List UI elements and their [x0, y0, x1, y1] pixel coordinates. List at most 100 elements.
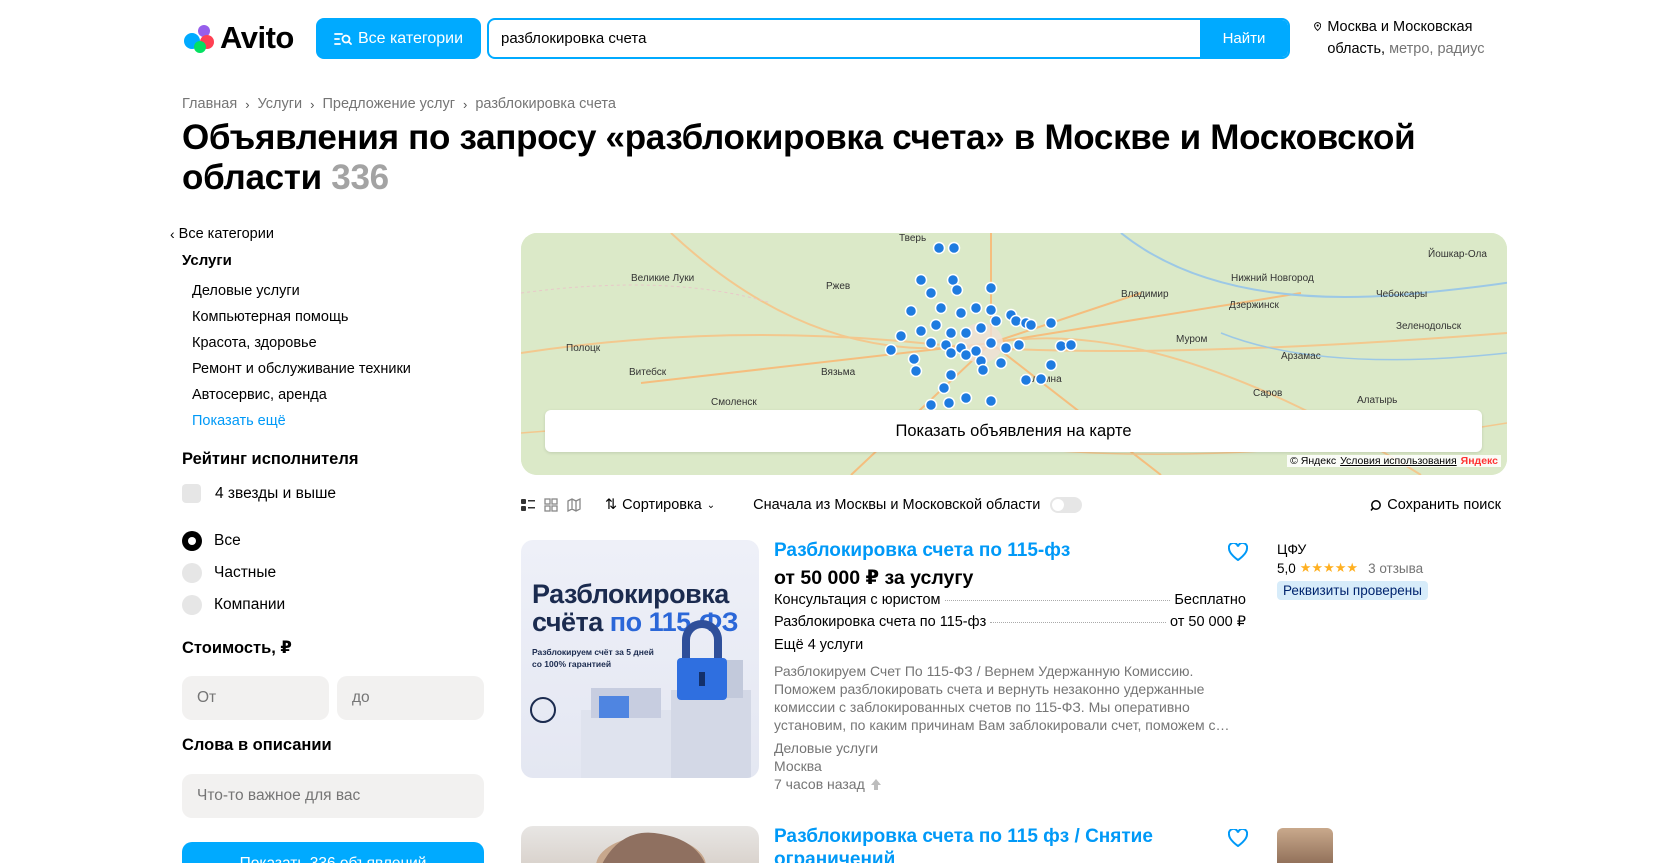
map-pin-icon[interactable] — [904, 304, 918, 318]
map-pin-icon[interactable] — [944, 346, 958, 360]
map-pin-icon[interactable] — [959, 326, 973, 340]
show-more-link[interactable]: Показать ещё — [192, 408, 411, 434]
toggle-switch[interactable] — [1050, 497, 1083, 513]
map-pin-icon[interactable] — [914, 273, 928, 287]
map-view-icon[interactable] — [567, 498, 581, 512]
view-mode-switcher — [521, 498, 581, 512]
service-price: Бесплатно — [1174, 592, 1246, 608]
map-pin-icon[interactable] — [969, 301, 983, 315]
all-categories-button[interactable]: Все категории — [316, 18, 481, 59]
checkbox-box — [182, 484, 201, 503]
subcategory-item[interactable]: Деловые услуги — [192, 278, 411, 304]
map-pin-icon[interactable] — [984, 303, 998, 317]
map-pin-icon[interactable] — [924, 286, 938, 300]
map-pin-icon[interactable] — [1024, 318, 1038, 332]
map-pin-icon[interactable] — [884, 343, 898, 357]
seller-avatar[interactable] — [1277, 828, 1333, 863]
seller-name[interactable]: ЦФУ — [1277, 541, 1306, 557]
map-pin-icon[interactable] — [947, 241, 961, 255]
save-search-button[interactable]: Сохранить поиск — [1370, 497, 1507, 513]
map-terms-link[interactable]: Условия использования — [1340, 455, 1457, 467]
seller-type-private-radio[interactable]: Частные — [182, 563, 276, 583]
avito-logo[interactable]: Avito — [182, 20, 294, 56]
favorite-heart-icon[interactable] — [1228, 829, 1248, 847]
location-pin-icon — [1314, 22, 1322, 32]
back-label: Все категории — [178, 226, 274, 242]
map-pin-icon[interactable] — [929, 318, 943, 332]
subcategory-item[interactable]: Красота, здоровье — [192, 330, 411, 356]
current-category: Услуги — [182, 252, 232, 269]
map-pin-icon[interactable] — [944, 368, 958, 382]
seller-type-company-radio[interactable]: Компании — [182, 595, 285, 615]
map-pin-icon[interactable] — [942, 396, 956, 410]
map-pin-icon[interactable] — [944, 326, 958, 340]
subcategory-item[interactable]: Ремонт и обслуживание техники — [192, 356, 411, 382]
map-pin-icon[interactable] — [1044, 316, 1058, 330]
breadcrumb-item[interactable]: Главная — [182, 96, 237, 112]
map-pin-icon[interactable] — [1012, 338, 1026, 352]
search-input[interactable] — [489, 20, 1200, 57]
map-pin-icon[interactable] — [934, 301, 948, 315]
map-pin-icon[interactable] — [959, 391, 973, 405]
price-from-input[interactable] — [182, 676, 329, 720]
map-pin-icon[interactable] — [994, 356, 1008, 370]
yandex-logo: Яндекс — [1460, 455, 1498, 467]
description-words-input[interactable] — [182, 774, 484, 818]
favorite-heart-icon[interactable] — [1228, 543, 1248, 561]
search-button[interactable]: Найти — [1200, 20, 1288, 57]
listing-title-link[interactable]: Разблокировка счета по 115-фз — [774, 540, 1070, 562]
price-to-input[interactable] — [337, 676, 484, 720]
map-pin-icon[interactable] — [937, 381, 951, 395]
sort-label: Сортировка — [622, 497, 702, 513]
map-pin-icon[interactable] — [954, 306, 968, 320]
subcategory-item[interactable]: Автосервис, аренда — [192, 382, 411, 408]
reviews-count[interactable]: 3 отзыва — [1368, 561, 1423, 576]
breadcrumb-item[interactable]: Предложение услуг — [322, 96, 455, 112]
listing-image[interactable] — [521, 826, 759, 863]
service-row: Разблокировка счета по 115-фз от 50 000 … — [774, 614, 1246, 630]
map-pin-icon[interactable] — [1034, 372, 1048, 386]
map-copyright-text: © Яндекс — [1290, 455, 1337, 467]
map-pin-icon[interactable] — [984, 336, 998, 350]
padlock-illustration — [530, 620, 751, 778]
breadcrumb-item[interactable]: Услуги — [258, 96, 303, 112]
subcategory-item[interactable]: Компьютерная помощь — [192, 304, 411, 330]
grid-view-icon[interactable] — [544, 498, 558, 512]
map-pin-icon[interactable] — [932, 241, 946, 255]
back-to-all-categories[interactable]: ‹ Все категории — [170, 226, 274, 242]
map-pin-icon[interactable] — [907, 352, 921, 366]
listing-title-link[interactable]: Разблокировка счета по 115 фз / Снятие о… — [774, 825, 1194, 863]
list-view-icon[interactable] — [521, 498, 535, 512]
map-pin-icon[interactable] — [914, 324, 928, 338]
map-pin-icon[interactable] — [909, 364, 923, 378]
nearby-first-toggle[interactable]: Сначала из Москвы и Московской области — [753, 497, 1083, 513]
sort-dropdown[interactable]: ⇅ Сортировка ⌄ — [605, 497, 715, 513]
map-pin-icon[interactable] — [1064, 338, 1078, 352]
map-pin-icon[interactable] — [894, 329, 908, 343]
rating-4plus-checkbox[interactable]: 4 звезды и выше — [182, 484, 336, 503]
map-pin-icon[interactable] — [976, 363, 990, 377]
location-selector[interactable]: Москва и Московская область, метро, ради… — [1314, 16, 1514, 60]
map-pin-icon[interactable] — [974, 321, 988, 335]
seller-type-all-radio[interactable]: Все — [182, 531, 241, 551]
map-pin-icon[interactable] — [950, 283, 964, 297]
more-services-link[interactable]: Ещё 4 услуги — [774, 637, 863, 653]
map-pin-icon[interactable] — [924, 336, 938, 350]
map-pin-icon[interactable] — [924, 398, 938, 412]
map-pin-icon[interactable] — [1009, 314, 1023, 328]
map-pin-icon[interactable] — [984, 281, 998, 295]
map-pin-icon[interactable] — [1019, 373, 1033, 387]
map-pin-icon[interactable] — [989, 314, 1003, 328]
words-heading: Слова в описании — [182, 736, 332, 754]
listing-image[interactable]: Разблокировка счёта по 115-ФЗ Разблокиру… — [521, 540, 759, 778]
map-pin-icon[interactable] — [984, 394, 998, 408]
show-on-map-button[interactable]: Показать объявления на карте — [545, 410, 1482, 452]
map-pin-icon[interactable] — [959, 348, 973, 362]
map-copyright: © Яндекс Условия использования Яндекс — [1287, 455, 1501, 467]
show-results-button[interactable]: Показать 336 объявлений — [182, 842, 484, 863]
map-pin-icon[interactable] — [1044, 358, 1058, 372]
map-pin-icon[interactable] — [999, 341, 1013, 355]
breadcrumb: Главная › Услуги › Предложение услуг › р… — [182, 96, 616, 112]
sort-arrows-icon: ⇅ — [605, 497, 618, 513]
results-map[interactable]: Тверь Великие Луки Ржев Владимир Нижний … — [521, 233, 1507, 475]
